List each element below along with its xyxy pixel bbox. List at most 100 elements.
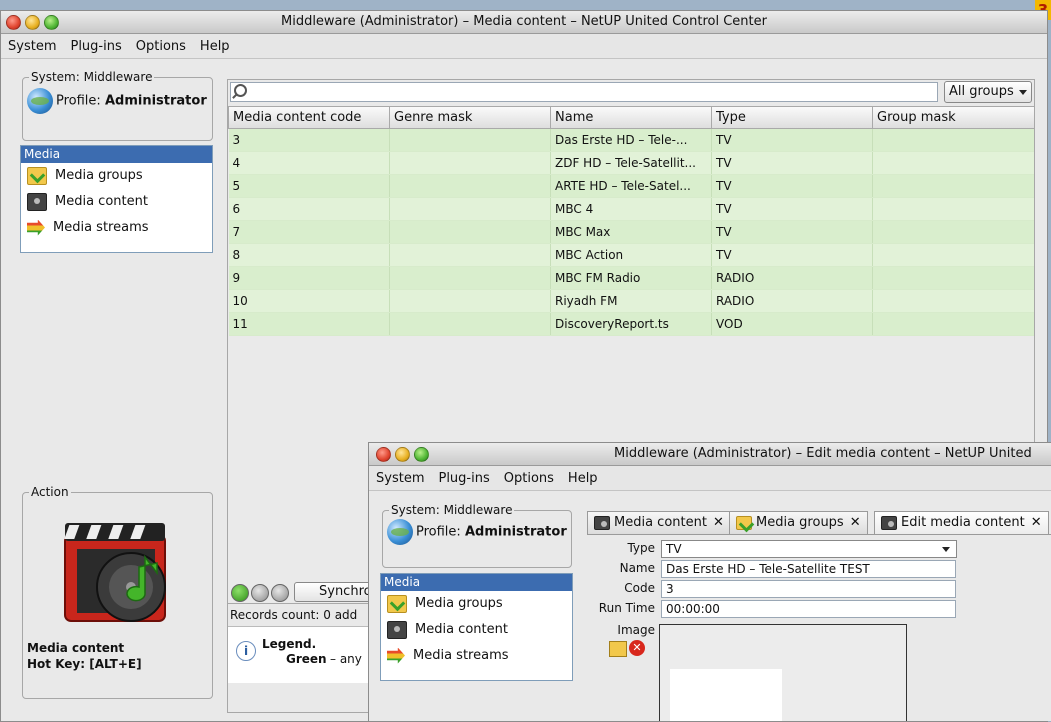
column-header-name[interactable]: Name xyxy=(550,107,712,129)
media-nav-panel: Media Media groups Media content Media s… xyxy=(20,145,213,253)
nav-header-media[interactable]: Media xyxy=(381,574,572,591)
close-tab-icon[interactable]: ✕ xyxy=(713,515,724,530)
cell-name: DiscoveryReport.ts xyxy=(550,312,712,336)
remove-record-icon[interactable] xyxy=(271,584,289,602)
media-nav-panel: Media Media groups Media content Media s… xyxy=(380,573,573,681)
menu-help[interactable]: Help xyxy=(561,466,605,486)
add-record-icon[interactable] xyxy=(231,584,249,602)
column-header-group[interactable]: Group mask xyxy=(872,107,1034,129)
search-input[interactable] xyxy=(230,82,938,102)
cell-type: TV xyxy=(711,243,873,267)
records-count: Records count: 0 add xyxy=(230,608,358,622)
cell-name: MBC Max xyxy=(550,220,712,244)
delete-image-icon[interactable]: ✕ xyxy=(629,640,645,656)
menu-plugins[interactable]: Plug-ins xyxy=(431,466,496,486)
menu-options[interactable]: Options xyxy=(497,466,561,486)
cell-group xyxy=(872,197,1034,221)
media-groups-icon xyxy=(387,594,407,613)
table-row[interactable]: 11 DiscoveryReport.ts VOD xyxy=(228,312,1034,336)
cell-genre xyxy=(389,243,551,267)
column-header-genre[interactable]: Genre mask xyxy=(389,107,551,129)
edit-titlebar[interactable]: Middleware (Administrator) – Edit media … xyxy=(369,443,1051,466)
media-content-icon xyxy=(881,515,897,530)
legend-green-text: – any xyxy=(330,652,362,666)
cell-group xyxy=(872,289,1034,313)
media-streams-icon xyxy=(387,647,405,664)
nav-item-label: Media content xyxy=(415,622,508,637)
runtime-field[interactable]: 00:00:00 xyxy=(661,600,956,618)
system-groupbox: System: Middleware Profile: Administrato… xyxy=(382,503,572,568)
cell-code: 9 xyxy=(228,266,390,290)
chevron-down-icon xyxy=(1019,90,1027,95)
nav-item-media-content[interactable]: Media content xyxy=(21,189,212,215)
cell-type: TV xyxy=(711,197,873,221)
table-row[interactable]: 7 MBC Max TV xyxy=(228,220,1034,244)
column-header-type[interactable]: Type xyxy=(711,107,873,129)
open-image-icon[interactable] xyxy=(609,641,627,657)
nav-item-label: Media content xyxy=(55,194,148,209)
profile-label: Profile: xyxy=(416,524,461,540)
type-select[interactable]: TV xyxy=(661,540,957,558)
menu-system[interactable]: System xyxy=(1,34,63,54)
cell-name: Das Erste HD – Tele-... xyxy=(550,128,712,152)
nav-item-media-groups[interactable]: Media groups xyxy=(381,591,572,617)
table-row[interactable]: 4 ZDF HD – Tele-Satellit... TV xyxy=(228,151,1034,175)
legend-green: Green xyxy=(286,652,327,666)
profile-row: Profile: Administrator xyxy=(387,519,567,545)
cell-genre xyxy=(389,151,551,175)
edit-record-icon[interactable] xyxy=(251,584,269,602)
zoom-window-button[interactable] xyxy=(414,447,429,462)
menu-help[interactable]: Help xyxy=(193,34,237,54)
table-row[interactable]: 10 Riyadh FM RADIO xyxy=(228,289,1034,313)
tab-media-content[interactable]: Media content ✕ xyxy=(587,511,731,534)
type-value: TV xyxy=(666,542,682,556)
code-field[interactable]: 3 xyxy=(661,580,956,598)
group-filter-select[interactable]: All groups xyxy=(944,81,1032,103)
menu-system[interactable]: System xyxy=(369,466,431,486)
cell-type: RADIO xyxy=(711,289,873,313)
nav-item-media-streams[interactable]: Media streams xyxy=(381,643,572,669)
tab-media-groups[interactable]: Media groups ✕ xyxy=(729,511,868,534)
nav-item-media-content[interactable]: Media content xyxy=(381,617,572,643)
table-row[interactable]: 5 ARTE HD – Tele-Satel... TV xyxy=(228,174,1034,198)
minimize-window-button[interactable] xyxy=(395,447,410,462)
tab-edit-media-content[interactable]: Edit media content ✕ xyxy=(874,511,1049,534)
cell-genre xyxy=(389,128,551,152)
column-header-code[interactable]: Media content code xyxy=(228,107,390,129)
cell-genre xyxy=(389,197,551,221)
cell-type: TV xyxy=(711,220,873,244)
menu-plugins[interactable]: Plug-ins xyxy=(63,34,128,54)
cell-genre xyxy=(389,312,551,336)
cell-type: TV xyxy=(711,128,873,152)
name-field[interactable]: Das Erste HD – Tele-Satellite TEST xyxy=(661,560,956,578)
cell-code: 7 xyxy=(228,220,390,244)
cell-genre xyxy=(389,174,551,198)
media-content-icon xyxy=(387,620,407,639)
nav-item-media-groups[interactable]: Media groups xyxy=(21,163,212,189)
close-tab-icon[interactable]: ✕ xyxy=(850,515,861,530)
cell-genre xyxy=(389,266,551,290)
menu-options[interactable]: Options xyxy=(129,34,193,54)
action-title: Media content xyxy=(27,641,125,655)
table-row[interactable]: 6 MBC 4 TV xyxy=(228,197,1034,221)
group-filter-value: All groups xyxy=(949,84,1014,99)
close-tab-icon[interactable]: ✕ xyxy=(1031,515,1042,530)
cell-name: ARTE HD – Tele-Satel... xyxy=(550,174,712,198)
media-groups-icon xyxy=(27,166,47,185)
nav-item-label: Media groups xyxy=(55,168,143,183)
type-label: Type xyxy=(627,541,655,555)
main-menubar: System Plug-ins Options Help xyxy=(1,34,1047,59)
table-row[interactable]: 8 MBC Action TV xyxy=(228,243,1034,267)
cell-type: RADIO xyxy=(711,266,873,290)
action-hotkey: Hot Key: [ALT+E] xyxy=(27,657,142,671)
nav-header-media[interactable]: Media xyxy=(21,146,212,163)
table-row[interactable]: 9 MBC FM Radio RADIO xyxy=(228,266,1034,290)
profile-value: Administrator xyxy=(104,93,207,109)
nav-item-media-streams[interactable]: Media streams xyxy=(21,215,212,241)
globe-icon xyxy=(27,88,53,114)
table-row[interactable]: 3 Das Erste HD – Tele-... TV xyxy=(228,128,1034,152)
nav-item-label: Media streams xyxy=(413,648,509,663)
close-window-button[interactable] xyxy=(376,447,391,462)
cell-code: 10 xyxy=(228,289,390,313)
main-titlebar[interactable]: Middleware (Administrator) – Media conte… xyxy=(1,11,1047,34)
